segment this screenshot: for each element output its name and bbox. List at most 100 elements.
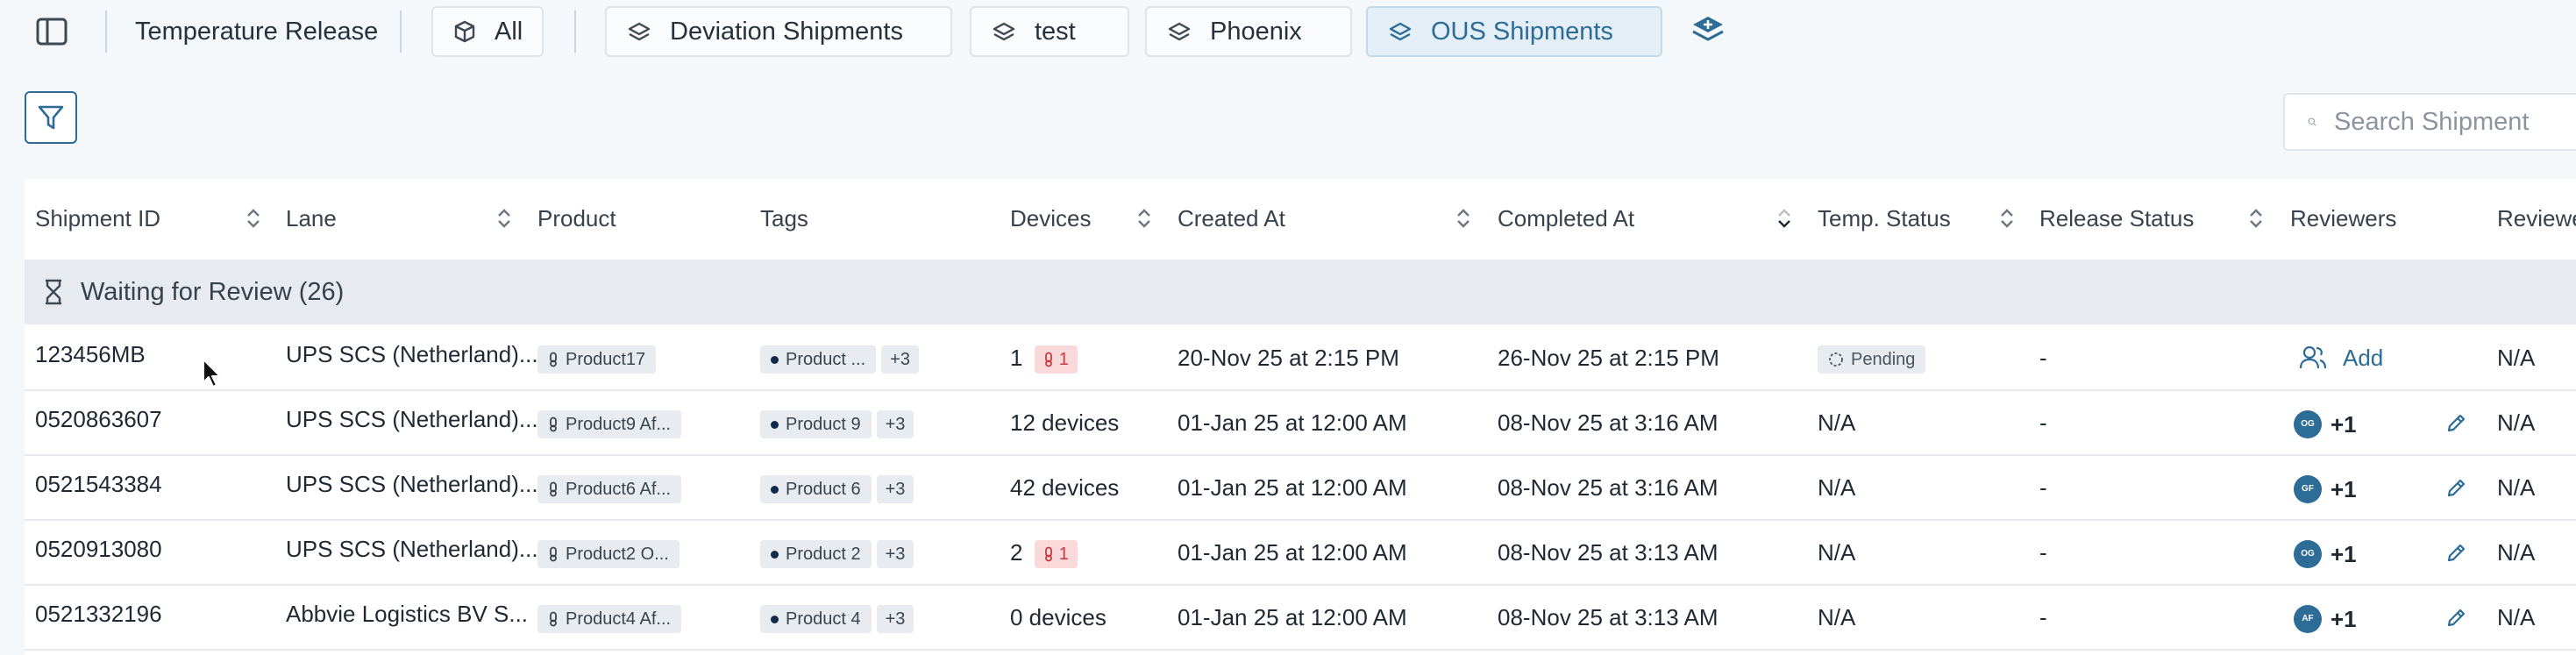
devices-count: 0 devices (1010, 604, 1107, 630)
view-tab-deviation-shipments[interactable]: Deviation Shipments (605, 6, 952, 57)
reviewer-more-count[interactable]: +1 (2330, 606, 2357, 632)
view-tab-label: All (495, 17, 523, 46)
avatar[interactable]: GF (2294, 475, 2322, 504)
table-header: Shipment ID Lane Product Tags Devices Cr… (25, 179, 2576, 258)
tag-chip[interactable]: Product 2 (760, 540, 872, 569)
shipment-id[interactable]: 0520863607 (35, 388, 162, 451)
shipment-id[interactable]: 123456MB (35, 323, 146, 386)
thermometer-icon (550, 481, 557, 497)
shipments-table: Shipment ID Lane Product Tags Devices Cr… (25, 179, 2576, 655)
search-input[interactable] (2334, 107, 2576, 137)
avatar[interactable]: AF (2294, 605, 2322, 634)
product-cell: Product9 Af... (537, 391, 682, 454)
search-box (2283, 93, 2576, 151)
product-chip[interactable]: Product4 Af... (537, 605, 682, 634)
users-icon (2299, 345, 2327, 369)
tags-cell: Product ... +3 (760, 326, 919, 389)
release-status: - (2039, 604, 2047, 630)
tags-cell: Product 4 +3 (760, 586, 914, 649)
lane: UPS SCS (Netherland)... (286, 536, 538, 562)
tags-cell: Product 9 +3 (760, 391, 914, 454)
reviewer-more-count[interactable]: +1 (2330, 411, 2357, 438)
reviewed-cell: N/A (2497, 409, 2536, 436)
sidebar-toggle-button[interactable] (33, 16, 70, 47)
temp-status: N/A (1818, 474, 1856, 501)
temperature-alert-chip[interactable]: 1 (1034, 540, 1078, 569)
group-label: Waiting for Review (26) (81, 277, 345, 306)
edit-icon[interactable] (2446, 607, 2467, 628)
product-chip[interactable]: Product17 (537, 345, 657, 374)
temperature-alert-chip[interactable]: 1 (1034, 345, 1078, 374)
avatar[interactable]: OG (2294, 540, 2322, 569)
reviewer-more-count[interactable]: +1 (2330, 541, 2357, 567)
tag-chip[interactable]: Product 4 (760, 605, 872, 634)
group-row-waiting-for-review[interactable]: Waiting for Review (26) (25, 260, 2576, 324)
page-title: Temperature Release (135, 18, 379, 46)
column-header-reviewed: Reviewe (2497, 205, 2576, 231)
table-row[interactable]: 0520913080 UPS SCS (Netherland)... Produ… (25, 521, 2576, 586)
product-label: Product2 O... (566, 545, 669, 565)
sort-desc-icon[interactable] (1776, 208, 1792, 229)
tag-more-chip[interactable]: +3 (876, 605, 914, 634)
temp-status: N/A (1818, 604, 1856, 630)
add-layer-icon (1692, 17, 1724, 41)
tag-chip[interactable]: Product ... (760, 345, 877, 374)
tag-more-chip[interactable]: +3 (876, 475, 914, 504)
column-header-created-at[interactable]: Created At (1178, 179, 1285, 258)
edit-icon[interactable] (2446, 542, 2467, 563)
sort-icon[interactable] (496, 208, 512, 229)
tag-chip[interactable]: Product 6 (760, 475, 872, 504)
sort-icon[interactable] (1136, 208, 1152, 229)
sidebar-toggle-icon (36, 18, 68, 46)
view-tab-all[interactable]: All (431, 6, 544, 57)
sort-icon[interactable] (246, 208, 261, 229)
tag-chip[interactable]: Product 9 (760, 410, 872, 439)
table-row[interactable]: 123456MB UPS SCS (Netherland)... Product… (25, 326, 2576, 391)
table-row[interactable]: 0521332196 Abbvie Logistics BV S... Prod… (25, 586, 2576, 651)
view-tab-phoenix[interactable]: Phoenix (1145, 6, 1352, 57)
add-reviewer-button[interactable]: Add (2299, 326, 2383, 389)
view-tab-label: test (1035, 17, 1076, 46)
status-badge: Pending (1818, 345, 1926, 374)
filter-button[interactable] (25, 91, 77, 144)
edit-icon[interactable] (2446, 477, 2467, 498)
sort-icon[interactable] (1455, 208, 1471, 229)
sort-icon[interactable] (2248, 208, 2264, 229)
layers-icon (993, 22, 1015, 41)
column-header-devices[interactable]: Devices (1010, 179, 1091, 258)
product-chip[interactable]: Product2 O... (537, 540, 680, 569)
view-tab-label: Deviation Shipments (670, 17, 903, 46)
reviewer-more-count[interactable]: +1 (2330, 476, 2357, 502)
view-tab-test[interactable]: test (970, 6, 1129, 57)
product-chip[interactable]: Product9 Af... (537, 410, 682, 439)
shipment-id[interactable]: 0521543384 (35, 452, 162, 516)
shipment-id[interactable]: 0520913080 (35, 517, 162, 580)
view-tab-label: Phoenix (1210, 17, 1302, 46)
column-header-shipment-id[interactable]: Shipment ID (35, 179, 160, 258)
table-row[interactable]: 0521543384 UPS SCS (Netherland)... Produ… (25, 456, 2576, 521)
add-view-button[interactable] (1687, 12, 1729, 51)
column-header-release-status[interactable]: Release Status (2039, 179, 2194, 258)
table-row[interactable]: 0520863607 UPS SCS (Netherland)... Produ… (25, 391, 2576, 456)
column-header-temp-status[interactable]: Temp. Status (1818, 179, 1951, 258)
thermometer-icon (550, 352, 557, 367)
reviewed-cell: N/A (2497, 539, 2536, 566)
layers-icon (1389, 22, 1412, 41)
shipment-id[interactable]: 0521332196 (35, 582, 162, 645)
tag-more-chip[interactable]: +3 (876, 410, 914, 439)
edit-icon[interactable] (2446, 412, 2467, 433)
sort-icon[interactable] (1999, 208, 2015, 229)
tag-more-chip[interactable]: +3 (881, 345, 919, 374)
pending-icon (1829, 352, 1843, 367)
product-chip[interactable]: Product6 Af... (537, 475, 682, 504)
tag-more-chip[interactable]: +3 (876, 540, 914, 569)
column-header-lane[interactable]: Lane (286, 179, 337, 258)
view-tab-ous-shipments[interactable]: OUS Shipments (1366, 6, 1662, 57)
alert-count: 1 (1058, 545, 1069, 565)
avatar[interactable]: OG (2294, 410, 2322, 439)
column-header-completed-at[interactable]: Completed At (1498, 179, 1634, 258)
column-header-tags: Tags (760, 205, 808, 231)
reviewers-cell: GF +1 (2294, 456, 2357, 519)
reviewed-cell: N/A (2497, 345, 2536, 371)
layers-icon (628, 22, 651, 41)
